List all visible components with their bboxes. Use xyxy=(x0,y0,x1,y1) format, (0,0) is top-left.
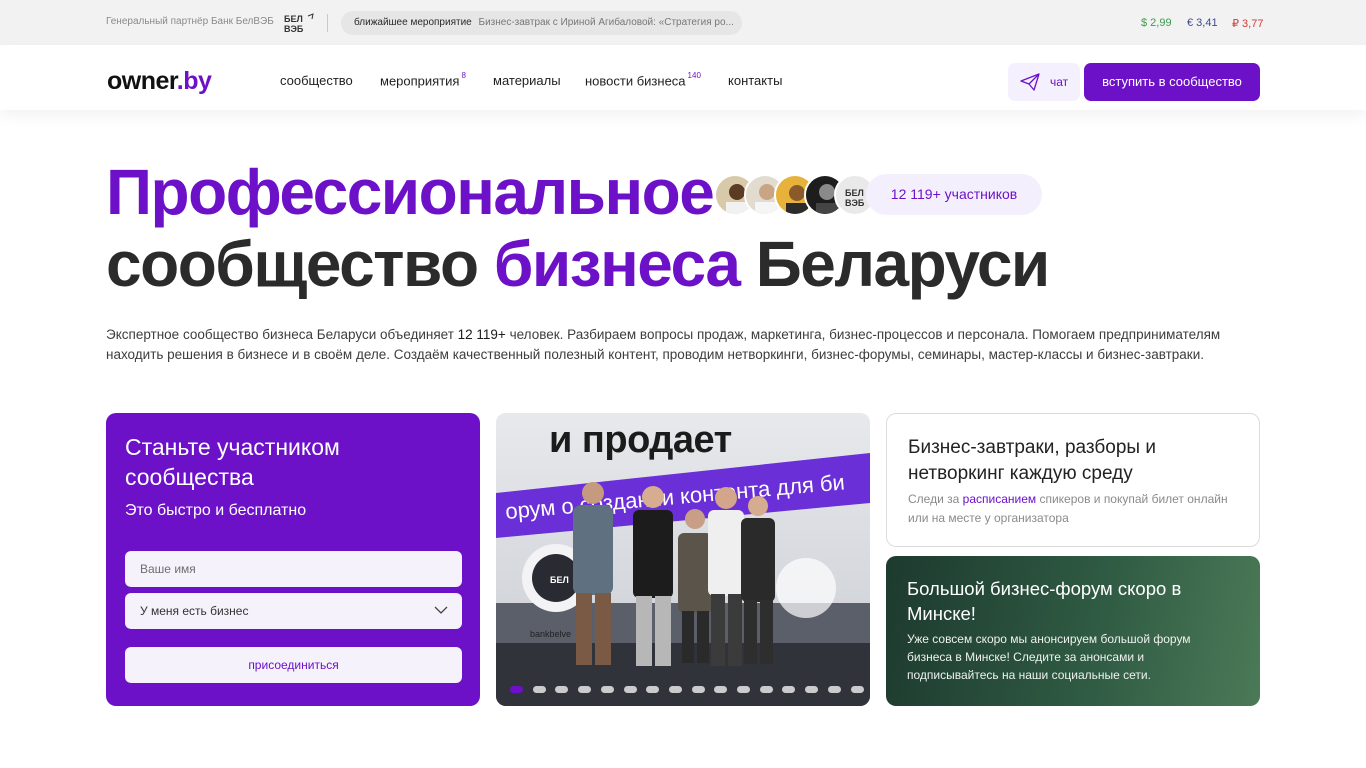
paper-plane-icon xyxy=(1020,73,1040,91)
main-header: owner.by сообщество мероприятия 8 материа… xyxy=(0,45,1366,110)
hero-description-start: Экспертное сообщество бизнеса Беларуси о… xyxy=(106,327,458,342)
top-info-bar: Генеральный партнёр Банк БелВЭБ БЕЛ ВЭБ … xyxy=(0,0,1366,45)
nav-business-news[interactable]: новости бизнеса 140 xyxy=(585,71,701,89)
slider-dot[interactable] xyxy=(737,686,750,693)
nav-community-label: сообщество xyxy=(280,73,353,88)
topbar-divider xyxy=(327,14,328,32)
slider-dot[interactable] xyxy=(827,686,841,693)
belveb-logo-text-1: БЕЛ xyxy=(284,14,303,24)
slide-headline: и продает xyxy=(549,419,732,461)
hero-title-line2: сообщество бизнеса Беларуси xyxy=(106,226,1051,302)
logo-main: owner xyxy=(107,67,177,95)
forum-card-text: Уже совсем скоро мы анонсируем большой ф… xyxy=(907,632,1191,682)
logo-suffix: .by xyxy=(176,67,212,95)
hero-title-accent: бизнеса xyxy=(493,228,741,300)
business-select-value: У меня есть бизнес xyxy=(140,604,249,618)
slider-dot[interactable] xyxy=(510,686,523,693)
join-community-button[interactable]: вступить в сообщество xyxy=(1084,63,1260,101)
breakfast-card-text: Следи за расписанием спикеров и покупай … xyxy=(908,490,1238,528)
currency-rub: ₽ 3,77 xyxy=(1232,18,1264,30)
slider-dot[interactable] xyxy=(623,686,637,693)
nav-community[interactable]: сообщество xyxy=(280,73,353,88)
nav-events-label: мероприятия xyxy=(380,73,460,89)
currency-eur: € 3,41 xyxy=(1187,17,1218,29)
business-select[interactable]: У меня есть бизнес xyxy=(125,593,462,629)
nav-business-news-label: новости бизнеса xyxy=(585,73,686,89)
join-submit-button[interactable]: присоединиться xyxy=(125,647,462,683)
belveb-avatar-text-1: БЕЛ xyxy=(845,188,864,198)
partner-text: Генеральный партнёр Банк БелВЭБ xyxy=(106,16,274,27)
nav-events-badge: 8 xyxy=(461,71,466,80)
business-breakfast-card[interactable]: Бизнес-завтраки, разборы и нетворкинг ка… xyxy=(886,413,1260,547)
name-input[interactable]: Ваше имя xyxy=(125,551,462,587)
schedule-link[interactable]: расписанием xyxy=(963,492,1036,506)
breakfast-card-title: Бизнес-завтраки, разборы и нетворкинг ка… xyxy=(908,437,1156,484)
slider-dot[interactable] xyxy=(555,686,569,693)
chevron-down-icon xyxy=(434,606,448,614)
join-form-card: Станьте участником сообщества Это быстро… xyxy=(106,413,480,706)
slider-dot[interactable] xyxy=(759,686,773,693)
slider-dot[interactable] xyxy=(850,686,864,693)
event-label: ближайшее мероприятие xyxy=(354,17,472,28)
nav-materials[interactable]: материалы xyxy=(493,73,561,88)
nav-business-news-badge: 140 xyxy=(687,71,701,80)
hero-title-line1: Профессиональное xyxy=(106,156,715,228)
slider-dot[interactable] xyxy=(782,686,796,693)
slider-dot[interactable] xyxy=(578,686,592,693)
slider-dot[interactable] xyxy=(805,686,819,693)
slide-caption: bankbelve xyxy=(530,629,571,639)
breakfast-text-start: Следи за xyxy=(908,492,963,506)
hero-title-part3: Беларуси xyxy=(739,228,1051,300)
event-photo-slider[interactable]: орум о создании контента для би БЕЛ bank… xyxy=(496,413,870,706)
join-card-title: Станьте участником сообщества xyxy=(125,434,340,490)
chat-label: чат xyxy=(1050,75,1069,89)
site-logo[interactable]: owner.by xyxy=(107,67,212,96)
currency-usd: $ 2,99 xyxy=(1141,17,1172,29)
slider-dot[interactable] xyxy=(532,686,546,693)
nearest-event-link[interactable]: ближайшее мероприятие Бизнес-завтрак с И… xyxy=(341,11,742,35)
forum-card-title: Большой бизнес-форум скоро в Минске! xyxy=(907,578,1182,624)
hero-title-part1: сообщество xyxy=(106,228,494,300)
belveb-logo-icon[interactable]: БЕЛ ВЭБ xyxy=(282,12,316,34)
slider-dot[interactable] xyxy=(668,686,682,693)
nav-events[interactable]: мероприятия 8 xyxy=(380,71,466,89)
slider-dot[interactable] xyxy=(714,686,728,693)
business-forum-card[interactable]: Большой бизнес-форум скоро в Минске! Уже… xyxy=(886,556,1260,706)
chat-button[interactable]: чат xyxy=(1008,63,1080,101)
nav-contacts-label: контакты xyxy=(728,73,783,88)
event-title: Бизнес-завтрак с Ириной Агибаловой: «Стр… xyxy=(478,17,734,28)
belveb-avatar-text-2: ВЭБ xyxy=(845,198,865,208)
belveb-logo-text-2: ВЭБ xyxy=(284,24,304,34)
slider-dot[interactable] xyxy=(600,686,614,693)
slider-dot[interactable] xyxy=(646,686,660,693)
slider-dot[interactable] xyxy=(691,686,705,693)
join-card-subtitle: Это быстро и бесплатно xyxy=(125,502,307,519)
members-count-badge: 12 119+ участников xyxy=(866,174,1042,215)
nav-contacts[interactable]: контакты xyxy=(728,73,782,88)
nav-materials-label: материалы xyxy=(493,73,561,88)
hero-description: Экспертное сообщество бизнеса Беларуси о… xyxy=(106,325,1266,364)
slide-logo: БЕЛ xyxy=(550,575,569,585)
hero-description-count: 12 119+ xyxy=(457,327,506,342)
